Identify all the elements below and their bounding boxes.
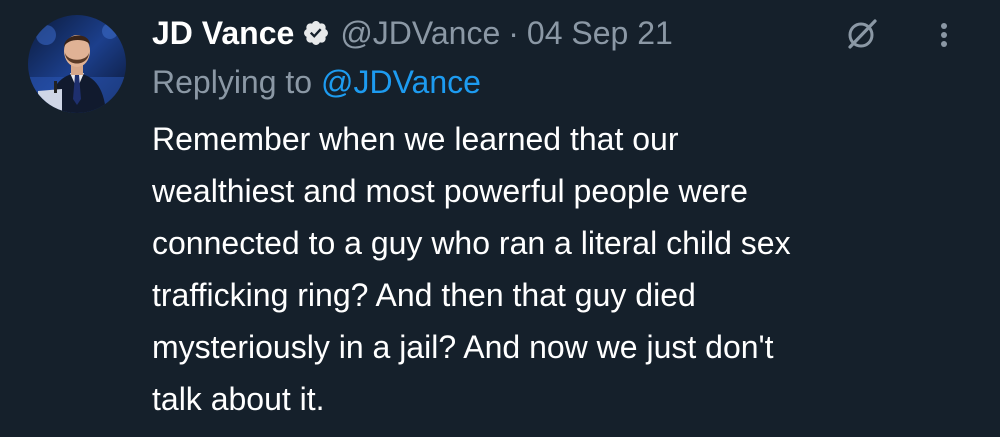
reply-context: Replying to @JDVance — [152, 64, 980, 101]
tweet-content: JD Vance @JDVance · 04 Sep 21 Replying t… — [152, 8, 980, 425]
tweet-text-line: wealthiest and most powerful people were — [152, 173, 748, 209]
reply-to-handle[interactable]: @JDVance — [321, 64, 481, 100]
author-name[interactable]: JD Vance — [152, 15, 294, 52]
tweet-text-line: mysteriously in a jail? And now we just … — [152, 329, 774, 365]
grok-icon[interactable] — [845, 17, 879, 51]
tweet[interactable]: JD Vance @JDVance · 04 Sep 21 Replying t… — [0, 0, 1000, 437]
reply-prefix: Replying to — [152, 64, 313, 100]
separator-dot: · — [508, 14, 519, 51]
tweet-text-line: connected to a guy who ran a literal chi… — [152, 225, 791, 261]
tweet-text-line: talk about it. — [152, 381, 325, 417]
tweet-text-line: Remember when we learned that our — [152, 121, 679, 157]
avatar-image — [28, 15, 126, 113]
avatar[interactable] — [28, 15, 126, 113]
tweet-date[interactable]: 04 Sep 21 — [527, 15, 673, 52]
verified-badge-icon — [302, 19, 330, 47]
tweet-text: Remember when we learned that our wealth… — [152, 113, 972, 425]
tweet-header: JD Vance @JDVance · 04 Sep 21 — [152, 8, 980, 58]
author-handle[interactable]: @JDVance — [340, 15, 500, 52]
tweet-text-line: trafficking ring? And then that guy died — [152, 277, 696, 313]
more-options-icon[interactable] — [937, 18, 951, 52]
